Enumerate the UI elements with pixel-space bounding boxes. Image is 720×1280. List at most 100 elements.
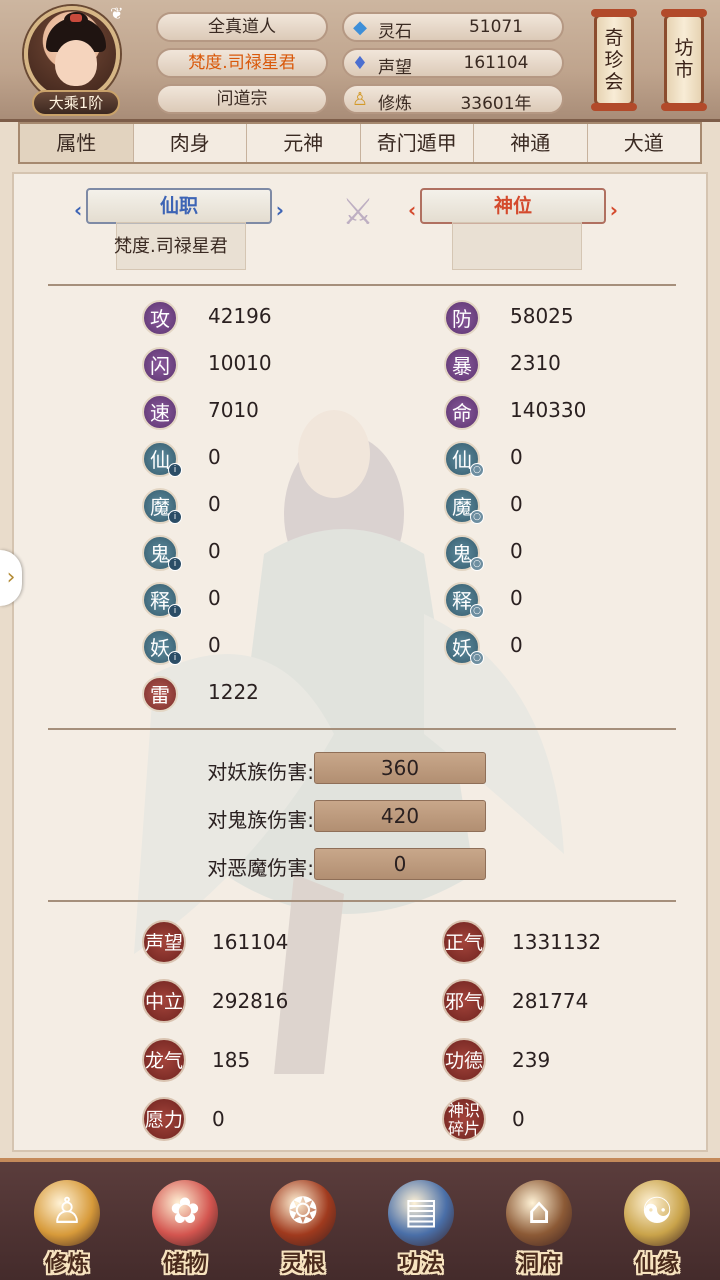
stat-value: 0 <box>208 539 221 563</box>
stat-badge[interactable]: 速 <box>142 394 178 430</box>
storage-bag-icon: ✿ <box>152 1180 218 1246</box>
stat-value: 1222 <box>208 680 259 704</box>
reputation-value: 281774 <box>512 989 589 1013</box>
meditation-icon: ♙ <box>351 89 369 110</box>
stat-2: 暴 2310 <box>444 347 644 383</box>
nav-item-1[interactable]: ♙ 修炼 <box>12 1162 122 1280</box>
nav-label: 仙缘 <box>634 1252 679 1277</box>
damage-vs-devil-label: 对恶魔伤害: <box>207 856 314 880</box>
tab-abilities[interactable]: 神通 <box>474 124 588 162</box>
stat-value: 0 <box>208 492 221 516</box>
stat-badge[interactable]: 闪 <box>142 347 178 383</box>
stat-3: 命 140330 <box>444 394 644 430</box>
tab-qimen[interactable]: 奇门遁甲 <box>361 124 474 162</box>
stat-badge[interactable]: 防 <box>444 300 480 336</box>
info-marker-icon: i <box>168 604 182 618</box>
stat-value: 42196 <box>208 304 272 328</box>
ring-marker-icon: ○ <box>470 463 484 477</box>
reputation-seal[interactable]: 神识碎片 <box>442 1097 486 1141</box>
stat-badge[interactable]: 暴 <box>444 347 480 383</box>
spirit-stone-icon: ◆ <box>353 17 367 38</box>
reputation-seal[interactable]: 声望 <box>142 920 186 964</box>
gourd-icon: ☯ <box>624 1180 690 1246</box>
tab-spirit[interactable]: 元神 <box>247 124 361 162</box>
chevron-left-icon: ‹ <box>74 198 83 222</box>
reputation-value: 0 <box>212 1107 225 1131</box>
stat-badge[interactable]: 命 <box>444 394 480 430</box>
stat-1: 防 58025 <box>444 300 644 336</box>
damage-vs-ghost-race-label: 对鬼族伤害: <box>207 808 314 832</box>
reputation-seal[interactable]: 功德 <box>442 1038 486 1082</box>
market-button[interactable]: 坊市 <box>661 9 707 111</box>
stat-3: 速 7010 <box>142 394 342 430</box>
tab-attributes[interactable]: 属性 <box>20 124 134 162</box>
reputation-value: 292816 <box>212 989 289 1013</box>
damage-vs-ghost-race-value: 420 <box>314 800 486 832</box>
reputation-item: 龙气 185 <box>142 1038 362 1082</box>
avatar-portrait <box>24 6 120 102</box>
reputation-value: 161104 <box>212 930 289 954</box>
stat-4: 仙 ○ 0 <box>444 441 644 477</box>
stat-value: 0 <box>208 445 221 469</box>
nav-item-3[interactable]: ❂ 灵根 <box>248 1162 358 1280</box>
tab-body[interactable]: 肉身 <box>134 124 247 162</box>
nav-item-6[interactable]: ☯ 仙缘 <box>602 1162 712 1280</box>
reputation-seal[interactable]: 正气 <box>442 920 486 964</box>
info-marker-icon: i <box>168 651 182 665</box>
tab-dao[interactable]: 大道 <box>588 124 701 162</box>
shenwei-slot[interactable] <box>452 222 582 270</box>
reputation-item: 邪气 281774 <box>442 979 662 1023</box>
scripture-book-icon: ▤ <box>388 1180 454 1246</box>
info-marker-icon: i <box>168 463 182 477</box>
stat-badge[interactable]: 攻 <box>142 300 178 336</box>
stat-value: 140330 <box>510 398 587 422</box>
ring-marker-icon: ○ <box>470 557 484 571</box>
reputation-item: 正气 1331132 <box>442 920 662 964</box>
stat-6: 鬼 ○ 0 <box>444 535 644 571</box>
nav-label: 洞府 <box>516 1252 561 1277</box>
info-marker-icon: i <box>168 557 182 571</box>
stat-value: 7010 <box>208 398 259 422</box>
top-header: 大乘1阶 ❦ 全真道人 梵度.司禄星君 问道宗 ◆ 灵石 51071 ♦ 声望 … <box>0 0 720 122</box>
reputation-seal[interactable]: 中立 <box>142 979 186 1023</box>
nav-item-5[interactable]: ⌂ 洞府 <box>484 1162 594 1280</box>
xianzhi-value: 梵度.司禄星君 <box>114 236 228 257</box>
stat-5: 魔 ○ 0 <box>444 488 644 524</box>
nav-label: 修炼 <box>44 1252 89 1277</box>
resource-prestige: ♦ 声望 161104 <box>342 48 564 78</box>
meditation-figure-icon: ♙ <box>34 1180 100 1246</box>
shenwei-banner: ‹ 神位 › <box>408 188 618 224</box>
divider <box>48 284 676 286</box>
stat-value: 0 <box>208 633 221 657</box>
reputation-seal[interactable]: 愿力 <box>142 1097 186 1141</box>
player-avatar[interactable]: 大乘1阶 ❦ <box>18 4 128 116</box>
stat-6: 鬼i0 <box>142 535 342 571</box>
stat-value: 0 <box>208 586 221 610</box>
bottom-navigation: ♙ 修炼 ✿ 储物 ❂ 灵根 ▤ 功法 ⌂ 洞府 ☯ 仙缘 <box>0 1158 720 1280</box>
resource-cultivation: ♙ 修炼 33601年 <box>342 84 564 114</box>
reputation-seal[interactable]: 邪气 <box>442 979 486 1023</box>
stat-badge[interactable]: 雷 <box>142 676 178 712</box>
butterfly-icon: ❦ <box>110 4 124 23</box>
ring-marker-icon: ○ <box>470 604 484 618</box>
chevron-right-icon: › <box>609 198 618 222</box>
player-sect: 问道宗 <box>156 84 328 114</box>
stat-value: 0 <box>510 539 523 563</box>
stat-2: 闪 10010 <box>142 347 342 383</box>
reputation-seal[interactable]: 龙气 <box>142 1038 186 1082</box>
reputation-item: 功德 239 <box>442 1038 662 1082</box>
stat-1: 攻 42196 <box>142 300 342 336</box>
stat-5: 魔i0 <box>142 488 342 524</box>
stat-value: 0 <box>510 492 523 516</box>
nav-label: 灵根 <box>280 1252 325 1277</box>
stat-value: 0 <box>510 586 523 610</box>
reputation-item: 中立 292816 <box>142 979 362 1023</box>
nav-item-2[interactable]: ✿ 储物 <box>130 1162 240 1280</box>
damage-vs-devil-value: 0 <box>314 848 486 880</box>
reputation-value: 185 <box>212 1048 251 1072</box>
treasure-fair-button[interactable]: 奇珍会 <box>591 9 637 111</box>
nav-item-4[interactable]: ▤ 功法 <box>366 1162 476 1280</box>
stat-7: 释 ○ 0 <box>444 582 644 618</box>
chevron-left-icon: ‹ <box>408 198 417 222</box>
chevron-right-icon: › <box>275 198 284 222</box>
